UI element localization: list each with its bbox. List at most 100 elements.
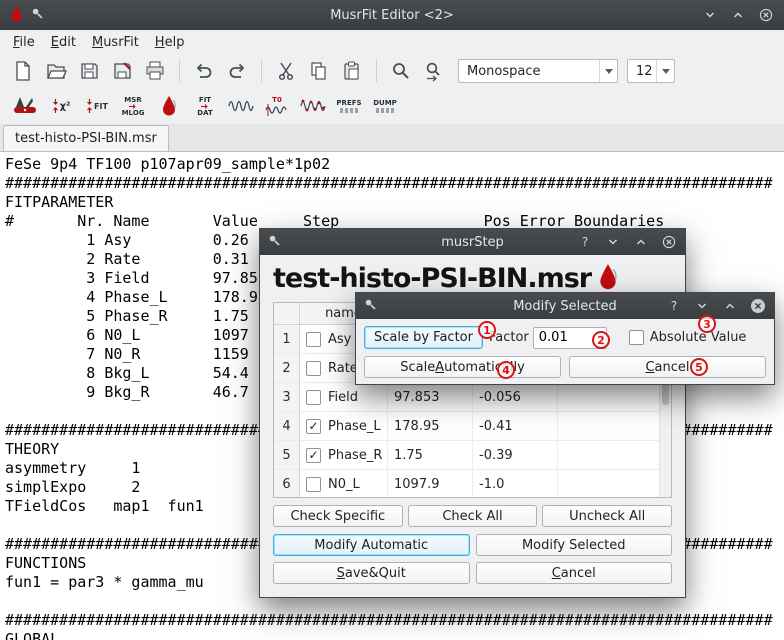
fit2dat-icon[interactable]: FIT DAT	[190, 91, 220, 121]
table-row[interactable]: 5 ✓Phase_R 1.75 -0.39	[274, 441, 671, 470]
new-file-icon[interactable]	[8, 57, 38, 85]
tab-msr-file[interactable]: test-histo-PSI-BIN.msr	[3, 125, 169, 151]
dump-icon[interactable]: DUMP	[370, 91, 400, 121]
modify-automatic-button[interactable]: Modify Automatic	[273, 534, 470, 556]
row-number: 3	[274, 383, 300, 411]
param-value: 178.95	[388, 412, 473, 440]
menu-musrfit[interactable]: MusrFit	[84, 32, 147, 53]
font-family-value: Monospace	[467, 64, 599, 79]
modify-selected-button[interactable]: Modify Selected	[476, 534, 673, 556]
param-value: 1097.9	[388, 470, 473, 498]
musrfit-drop-icon	[597, 263, 619, 291]
menubar: File Edit MusrFit Help	[0, 30, 784, 54]
minimize-button[interactable]	[702, 7, 718, 23]
toolbar-separator	[261, 60, 262, 82]
minimize-button[interactable]	[605, 234, 621, 250]
table-row[interactable]: 3 Field 97.853 -0.056	[274, 383, 671, 412]
menu-help[interactable]: Help	[147, 32, 193, 53]
musrstep-dialog: musrStep ? test-histo-PSI-BIN.msr name	[259, 228, 686, 598]
msr-file-name: test-histo-PSI-BIN.msr	[273, 263, 591, 294]
row-checkbox[interactable]: ✓	[306, 448, 321, 463]
help-button[interactable]: ?	[577, 234, 593, 250]
row-number: 2	[274, 354, 300, 382]
save-as-icon[interactable]	[107, 57, 137, 85]
t0-label: T0	[272, 96, 282, 104]
help-button[interactable]: ?	[666, 298, 682, 314]
minimize-button[interactable]	[694, 298, 710, 314]
check-all-button[interactable]: Check All	[408, 505, 538, 527]
maximize-button[interactable]	[722, 298, 738, 314]
t0-icon[interactable]: T0	[262, 91, 292, 121]
musrfit-knife-icon[interactable]	[10, 91, 40, 121]
prefs-icon[interactable]: PREFS	[334, 91, 364, 121]
replace-icon[interactable]	[419, 57, 449, 85]
check-specific-button[interactable]: Check Specific	[273, 505, 403, 527]
row-checkbox[interactable]	[306, 361, 321, 376]
table-row[interactable]: 4 ✓Phase_L 178.95 -0.41	[274, 412, 671, 441]
close-icon[interactable]	[750, 298, 766, 314]
msr-label: MSR	[124, 96, 141, 104]
musrfit-editor-window: MusrFit Editor <2> File Edit MusrFit Hel…	[0, 0, 784, 640]
pin-icon[interactable]	[364, 298, 377, 315]
cut-icon[interactable]	[271, 57, 301, 85]
close-icon[interactable]	[758, 7, 774, 23]
scale-automatically-button[interactable]: Scale Automatically	[364, 356, 561, 378]
msr-file-heading: test-histo-PSI-BIN.msr	[273, 263, 672, 294]
main-toolbar: Monospace 12	[0, 54, 784, 88]
save-icon[interactable]	[74, 57, 104, 85]
pin-icon[interactable]	[31, 7, 44, 24]
uncheck-all-button[interactable]: Uncheck All	[542, 505, 672, 527]
font-family-select[interactable]: Monospace	[458, 59, 618, 83]
menu-file[interactable]: File	[5, 32, 43, 53]
pin-icon[interactable]	[268, 234, 281, 251]
param-step: -1.0	[473, 470, 558, 498]
param-value: 1.75	[388, 441, 473, 469]
toolbar-separator	[376, 60, 377, 82]
raw-data-icon[interactable]	[298, 91, 328, 121]
row-checkbox[interactable]: ✓	[306, 419, 321, 434]
undo-icon[interactable]	[189, 57, 219, 85]
menu-edit[interactable]: Edit	[43, 32, 84, 53]
table-row[interactable]: 6 N0_L 1097.9 -1.0	[274, 470, 671, 498]
param-name: Asy	[328, 332, 351, 347]
toolbar-separator	[179, 60, 180, 82]
fit-label: FIT	[94, 102, 108, 111]
plot-wave-icon[interactable]	[226, 91, 256, 121]
row-checkbox[interactable]	[306, 390, 321, 405]
maximize-button[interactable]	[633, 234, 649, 250]
row-checkbox[interactable]	[306, 332, 321, 347]
redo-icon[interactable]	[222, 57, 252, 85]
font-size-value: 12	[636, 64, 656, 79]
param-name: N0_L	[328, 477, 360, 492]
cancel-button[interactable]: Cancel	[476, 562, 673, 584]
open-file-icon[interactable]	[41, 57, 71, 85]
app-icon[interactable]	[10, 5, 23, 26]
row-checkbox[interactable]	[306, 477, 321, 492]
cancel-button[interactable]: Cancel	[569, 356, 766, 378]
fit-icon[interactable]: FIT	[82, 91, 112, 121]
scale-by-factor-button[interactable]: Scale by Factor	[364, 326, 483, 349]
maximize-button[interactable]	[730, 7, 746, 23]
calc-chisq-icon[interactable]: χ²	[46, 91, 76, 121]
annotation-2: 2	[592, 331, 610, 349]
msr2mlog-icon[interactable]: MSR MLOG	[118, 91, 148, 121]
row-number: 6	[274, 470, 300, 498]
param-name: Phase_R	[328, 448, 382, 463]
chevron-down-icon	[599, 60, 617, 82]
save-quit-button[interactable]: Save&Quit	[273, 562, 470, 584]
musrfit-toolbar: χ² FIT MSR MLOG FIT DAT T0 PR	[0, 88, 784, 124]
musrview-icon[interactable]	[154, 91, 184, 121]
font-size-select[interactable]: 12	[627, 59, 675, 83]
musrstep-titlebar: musrStep ?	[260, 229, 685, 255]
print-icon[interactable]	[140, 57, 170, 85]
paste-icon[interactable]	[337, 57, 367, 85]
find-icon[interactable]	[386, 57, 416, 85]
close-icon[interactable]	[661, 234, 677, 250]
absolute-value-checkbox[interactable]	[629, 330, 644, 345]
annotation-5: 5	[690, 358, 708, 376]
param-step: -0.39	[473, 441, 558, 469]
copy-icon[interactable]	[304, 57, 334, 85]
dump-detail	[376, 108, 394, 113]
param-name: Field	[328, 390, 358, 405]
modify-selected-dialog: Modify Selected ? Scale by Factor Factor…	[355, 292, 775, 385]
